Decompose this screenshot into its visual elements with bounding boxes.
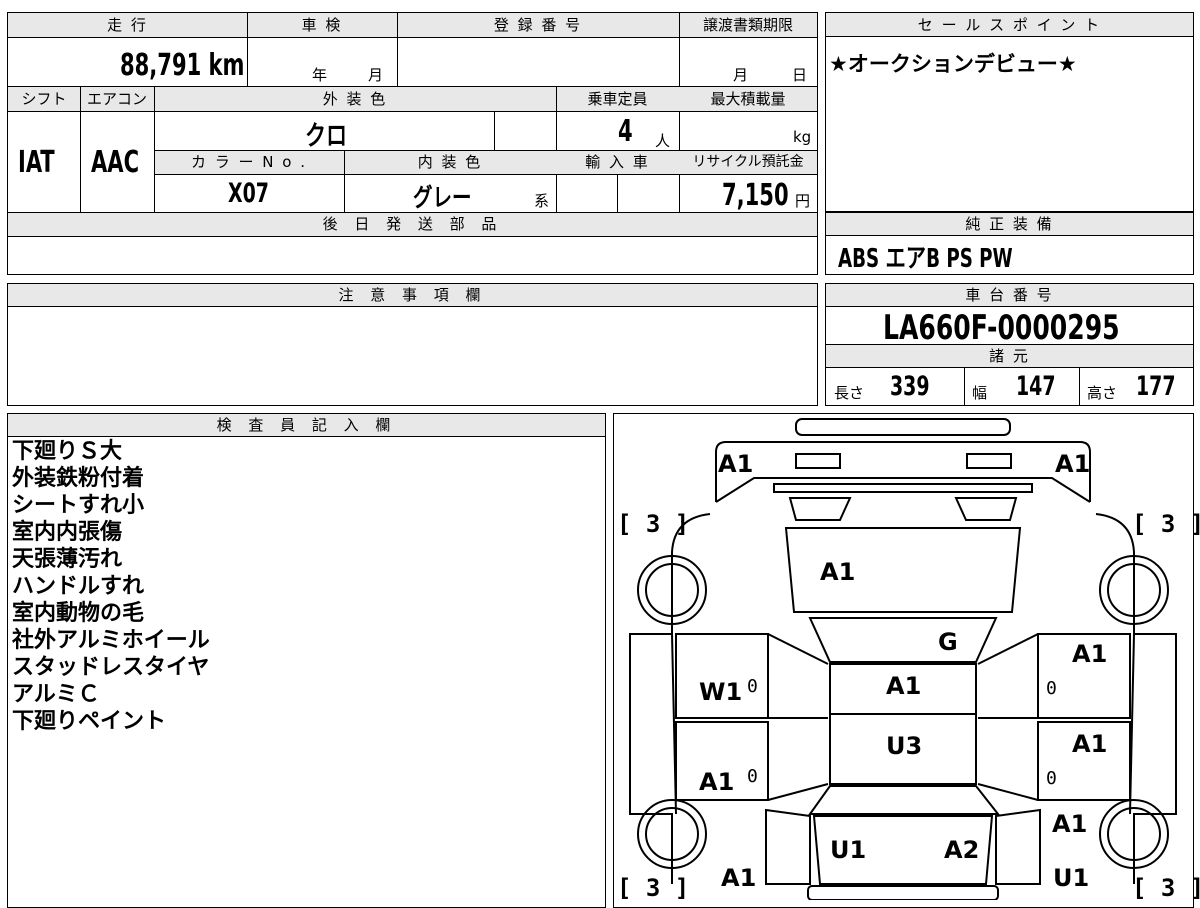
rear-right-label: A2 bbox=[944, 836, 980, 864]
roof-rear-label: U3 bbox=[886, 732, 923, 760]
genuine-equipment-text: ABS エアB PS PW bbox=[838, 244, 1013, 274]
note-line: 室内内張傷 bbox=[12, 520, 123, 545]
max-load-header: 最大積載量 bbox=[710, 90, 786, 108]
max-load-unit: kg bbox=[793, 128, 812, 146]
exterior-color-header: 外 装 色 bbox=[322, 90, 388, 108]
right-rear-door-label: A1 bbox=[1072, 730, 1108, 758]
interior-color-suffix: 系 bbox=[534, 192, 550, 210]
interior-color-header: 内 装 色 bbox=[417, 153, 483, 171]
left-rear-quarter-label: A1 bbox=[721, 864, 757, 892]
deadline-month-unit: 月 bbox=[733, 66, 749, 84]
mileage-header: 走 行 bbox=[107, 16, 148, 34]
shift-value: IAT bbox=[18, 145, 55, 180]
inspector-notes: 下廻りＳ大 外装鉄粉付着 シートすれ小 室内内張傷 天張薄汚れ ハンドルすれ 室… bbox=[12, 438, 210, 735]
aircon-value: AAC bbox=[91, 145, 140, 180]
note-line: 天張薄汚れ bbox=[12, 547, 123, 572]
right-rear-zero: 0 bbox=[1046, 768, 1057, 789]
aircon-header: エアコン bbox=[86, 90, 147, 108]
note-line: 下廻りＳ大 bbox=[12, 439, 123, 464]
recycle-header: リサイクル預託金 bbox=[692, 154, 804, 170]
length-value: 339 bbox=[890, 371, 930, 402]
front-left-label: A1 bbox=[718, 450, 754, 478]
note-line: 下廻りペイント bbox=[12, 709, 167, 734]
right-bottom-label: U1 bbox=[1053, 864, 1090, 892]
note-line: 社外アルミホイール bbox=[12, 628, 210, 653]
inspector-header: 検 査 員 記 入 欄 bbox=[216, 416, 397, 434]
transfer-deadline-header: 譲渡書類期限 bbox=[702, 16, 793, 34]
roof-front-label: A1 bbox=[886, 672, 922, 700]
left-front-zero: 0 bbox=[747, 676, 758, 697]
inspection-header: 車 検 bbox=[301, 16, 343, 34]
capacity-value: 4 bbox=[618, 114, 633, 149]
import-header: 輸 入 車 bbox=[585, 153, 650, 171]
note-line: ハンドルすれ bbox=[12, 574, 145, 599]
left-rear-zero: 0 bbox=[747, 766, 758, 787]
sales-point-text: ★オークションデビュー★ bbox=[829, 52, 1077, 76]
registration-header: 登 録 番 号 bbox=[493, 16, 583, 34]
inspection-month-unit: 月 bbox=[368, 66, 384, 84]
bracket-top-right: [ 3 ] bbox=[1132, 510, 1200, 538]
specs-header: 諸 元 bbox=[989, 347, 1030, 365]
right-rear-fender-label: A1 bbox=[1052, 810, 1088, 838]
height-label: 高さ bbox=[1087, 384, 1118, 402]
capacity-unit: 人 bbox=[655, 132, 671, 150]
chassis-header: 車 台 番 号 bbox=[965, 286, 1054, 304]
hood-label: A1 bbox=[820, 558, 856, 586]
note-line: 外装鉄粉付着 bbox=[12, 466, 145, 491]
note-line: シートすれ小 bbox=[12, 493, 145, 518]
note-line: スタッドレスタイヤ bbox=[12, 655, 210, 680]
right-front-zero: 0 bbox=[1046, 678, 1057, 699]
right-front-door-label: A1 bbox=[1072, 640, 1108, 668]
genuine-equipment-header: 純 正 装 備 bbox=[965, 215, 1054, 233]
bracket-bottom-right: [ 3 ] bbox=[1132, 874, 1200, 902]
recycle-amount: 7,150 bbox=[722, 178, 789, 213]
color-no-value: X07 bbox=[228, 178, 269, 209]
front-right-label: A1 bbox=[1055, 450, 1091, 478]
later-parts-header: 後 日 発 送 部 品 bbox=[322, 215, 503, 233]
mileage-value: 88,791 km bbox=[120, 48, 245, 83]
note-line: アルミＣ bbox=[12, 682, 100, 707]
rear-left-label: U1 bbox=[830, 836, 867, 864]
length-label: 長さ bbox=[834, 384, 865, 402]
deadline-day-unit: 日 bbox=[792, 66, 808, 84]
bracket-bottom-left: [ 3 ] bbox=[617, 874, 690, 902]
width-value: 147 bbox=[1016, 371, 1056, 402]
capacity-header: 乗車定員 bbox=[587, 90, 648, 108]
height-value: 177 bbox=[1136, 371, 1176, 402]
caution-header: 注 意 事 項 欄 bbox=[338, 286, 487, 304]
chassis-number: LA660F-0000295 bbox=[883, 308, 1120, 348]
exterior-color-value: クロ bbox=[305, 121, 348, 152]
interior-color-value: グレー bbox=[413, 183, 472, 212]
left-rear-door-label: A1 bbox=[699, 768, 735, 796]
note-line: 室内動物の毛 bbox=[12, 601, 145, 626]
width-label: 幅 bbox=[972, 384, 988, 402]
left-front-door-label: W1 bbox=[699, 678, 743, 706]
recycle-unit: 円 bbox=[795, 192, 811, 210]
color-no-header: カ ラ ー N o . bbox=[190, 153, 307, 171]
sales-point-header: セ ー ル ス ポ イ ン ト bbox=[917, 16, 1102, 34]
shift-header: シフト bbox=[21, 90, 67, 108]
inspection-year-unit: 年 bbox=[312, 66, 328, 84]
bracket-top-left: [ 3 ] bbox=[617, 510, 690, 538]
sales-point-box bbox=[825, 12, 1194, 212]
windshield-label: G bbox=[938, 628, 958, 656]
